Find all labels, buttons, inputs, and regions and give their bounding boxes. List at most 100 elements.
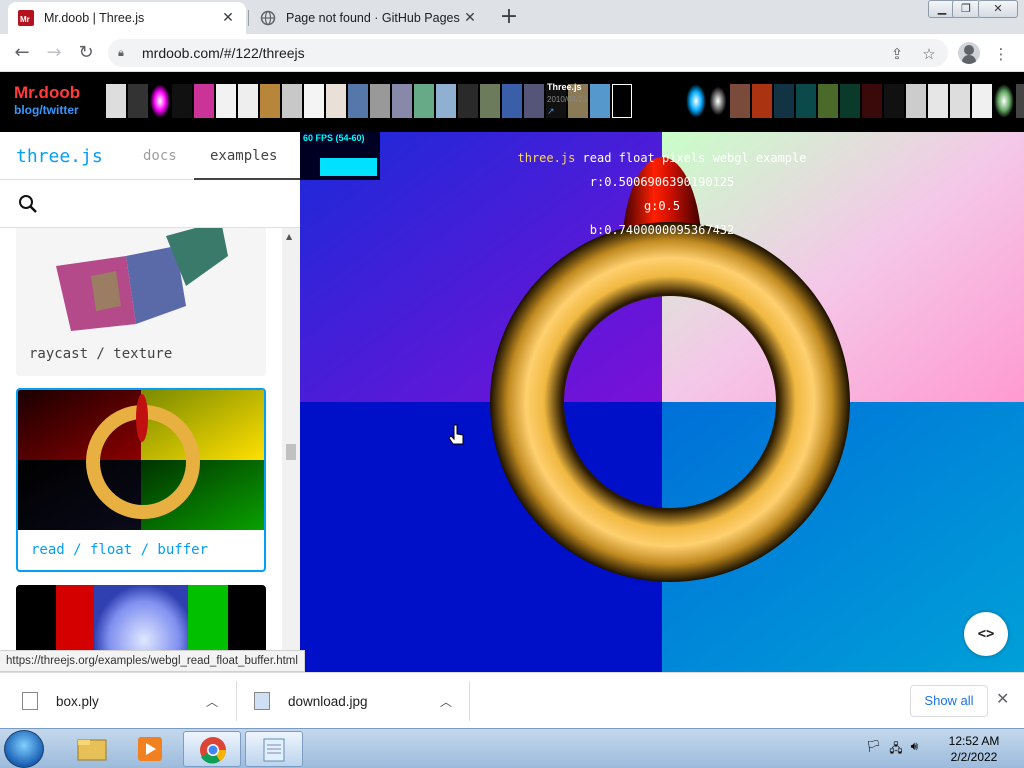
example-card-raycast-texture[interactable]: raycast / texture: [16, 228, 266, 376]
blog-twitter-link[interactable]: blog/twitter: [14, 103, 79, 117]
profile-avatar-icon[interactable]: [958, 42, 980, 64]
project-thumbnail[interactable]: [972, 84, 992, 118]
project-thumbnail[interactable]: [884, 84, 904, 118]
external-link-icon[interactable]: ↗: [547, 106, 587, 117]
scroll-up-arrow-icon[interactable]: ▲: [286, 232, 292, 241]
example-card-read-float-buffer[interactable]: read / float / buffer: [16, 388, 266, 572]
share-icon[interactable]: ⇪: [886, 43, 908, 65]
project-thumbnail[interactable]: [840, 84, 860, 118]
project-thumbnail[interactable]: [950, 84, 970, 118]
info-title-text: read float pixels webgl example: [575, 151, 807, 165]
webgl-viewport[interactable]: 60 FPS (54-60) three.js read float pixel…: [300, 132, 1024, 672]
back-icon[interactable]: ←: [10, 41, 34, 65]
project-thumbnail[interactable]: [1016, 84, 1024, 118]
reload-icon[interactable]: ↻: [74, 41, 98, 65]
tab-separator: [248, 10, 249, 26]
pixel-r-value: r:0.5006906390190125: [589, 175, 735, 189]
project-thumbnail[interactable]: [238, 84, 258, 118]
chevron-up-icon[interactable]: ︿: [206, 693, 218, 710]
project-thumbnail[interactable]: [730, 84, 750, 118]
start-button[interactable]: [4, 730, 44, 768]
bookmark-star-icon[interactable]: ☆: [918, 43, 940, 65]
maximize-button[interactable]: ❐: [952, 0, 980, 18]
project-thumbnail[interactable]: [150, 84, 170, 118]
notepad-taskbar-icon[interactable]: [245, 731, 303, 767]
project-thumbnail[interactable]: [260, 84, 280, 118]
clock-time: 12:52 AM: [948, 734, 1000, 748]
show-all-button[interactable]: Show all: [910, 685, 988, 717]
lock-icon: 🔒︎: [118, 46, 124, 59]
network-icon[interactable]: 🖧︎: [889, 739, 902, 760]
example-thumbnail: [18, 390, 264, 530]
fps-text: 60 FPS (54-60): [303, 133, 365, 143]
project-thumbnail[interactable]: [796, 84, 816, 118]
scrollbar-thumb[interactable]: [286, 444, 296, 460]
close-tab-icon[interactable]: ✕: [220, 10, 236, 26]
project-thumbnail[interactable]: [774, 84, 794, 118]
project-thumbnail[interactable]: [686, 84, 706, 118]
project-title[interactable]: Three.js: [547, 82, 587, 92]
address-text: mrdoob.com/#/122/threejs: [142, 45, 305, 61]
tab-examples[interactable]: examples: [210, 148, 277, 164]
volume-icon[interactable]: 🔊︎: [911, 739, 919, 760]
threejs-home-link[interactable]: three.js: [16, 146, 103, 167]
project-thumbnail[interactable]: [818, 84, 838, 118]
chrome-taskbar-icon[interactable]: [183, 731, 241, 767]
media-player-taskbar-icon[interactable]: [122, 731, 180, 767]
download-item-box-ply[interactable]: box.ply ︿: [22, 673, 222, 729]
project-thumbnail[interactable]: [994, 84, 1014, 118]
download-filename: box.ply: [56, 693, 99, 709]
taskbar-clock[interactable]: 12:52 AM 2/2/2022: [930, 733, 1018, 765]
tab-docs[interactable]: docs: [143, 148, 177, 164]
close-tab-icon[interactable]: ✕: [462, 10, 478, 26]
project-thumbnail[interactable]: [906, 84, 926, 118]
project-thumbnail[interactable]: [862, 84, 882, 118]
project-thumbnail[interactable]: [370, 84, 390, 118]
project-thumbnail[interactable]: [502, 84, 522, 118]
address-bar[interactable]: 🔒︎ mrdoob.com/#/122/threejs: [108, 39, 948, 67]
pixel-b-value: b:0.7400000095367432: [589, 223, 735, 237]
project-thumbnail[interactable]: [458, 84, 478, 118]
project-thumbnail[interactable]: [194, 84, 214, 118]
file-icon: [22, 692, 38, 710]
threejs-link[interactable]: three.js: [518, 151, 576, 165]
project-thumbnail[interactable]: [326, 84, 346, 118]
close-icon[interactable]: ✕: [996, 689, 1009, 708]
view-source-button[interactable]: <>: [964, 612, 1008, 656]
tab-title: Mr.doob | Three.js: [44, 11, 145, 25]
window-close-button[interactable]: ✕: [978, 0, 1018, 18]
project-thumbnail[interactable]: [106, 84, 126, 118]
forward-icon[interactable]: →: [42, 41, 66, 65]
new-tab-button[interactable]: +: [498, 6, 520, 28]
project-thumbnail[interactable]: [612, 84, 632, 118]
project-thumbnail[interactable]: [348, 84, 368, 118]
project-thumbnail[interactable]: [172, 84, 192, 118]
project-thumbnail[interactable]: [480, 84, 500, 118]
project-thumbnail[interactable]: [436, 84, 456, 118]
tab-github-pages[interactable]: Page not found · GitHub Pages ✕: [250, 2, 488, 34]
file-explorer-taskbar-icon[interactable]: [62, 731, 120, 767]
project-thumbnail[interactable]: [752, 84, 772, 118]
project-thumbnail[interactable]: [304, 84, 324, 118]
project-thumbnail[interactable]: [392, 84, 412, 118]
examples-list: raycast / texture read / float / buffer: [0, 228, 282, 672]
menu-kebab-icon[interactable]: ⋮: [990, 43, 1012, 65]
project-thumbnail[interactable]: [590, 84, 610, 118]
project-thumbnail[interactable]: [216, 84, 236, 118]
downloads-bar: box.ply ︿ download.jpg ︿ Show all ✕: [0, 672, 1024, 728]
mrdoob-logo[interactable]: Mr.doob: [14, 84, 80, 101]
action-center-icon[interactable]: 🏳︎: [866, 739, 881, 760]
project-thumbnail[interactable]: [414, 84, 434, 118]
project-thumbnail[interactable]: [708, 84, 728, 118]
download-item-download-jpg[interactable]: download.jpg ︿: [254, 673, 454, 729]
search-input[interactable]: [0, 180, 300, 228]
download-separator: [469, 681, 470, 721]
chevron-up-icon[interactable]: ︿: [440, 693, 452, 710]
tab-strip: Mr Mr.doob | Three.js ✕ Page not found ·…: [0, 0, 1024, 34]
project-thumbnail[interactable]: [928, 84, 948, 118]
project-thumbnail[interactable]: [524, 84, 544, 118]
project-thumbnail[interactable]: [282, 84, 302, 118]
project-thumbnail[interactable]: [128, 84, 148, 118]
tab-mrdoob[interactable]: Mr Mr.doob | Three.js ✕: [8, 2, 246, 34]
sidebar-scrollbar[interactable]: ▲: [282, 228, 300, 672]
